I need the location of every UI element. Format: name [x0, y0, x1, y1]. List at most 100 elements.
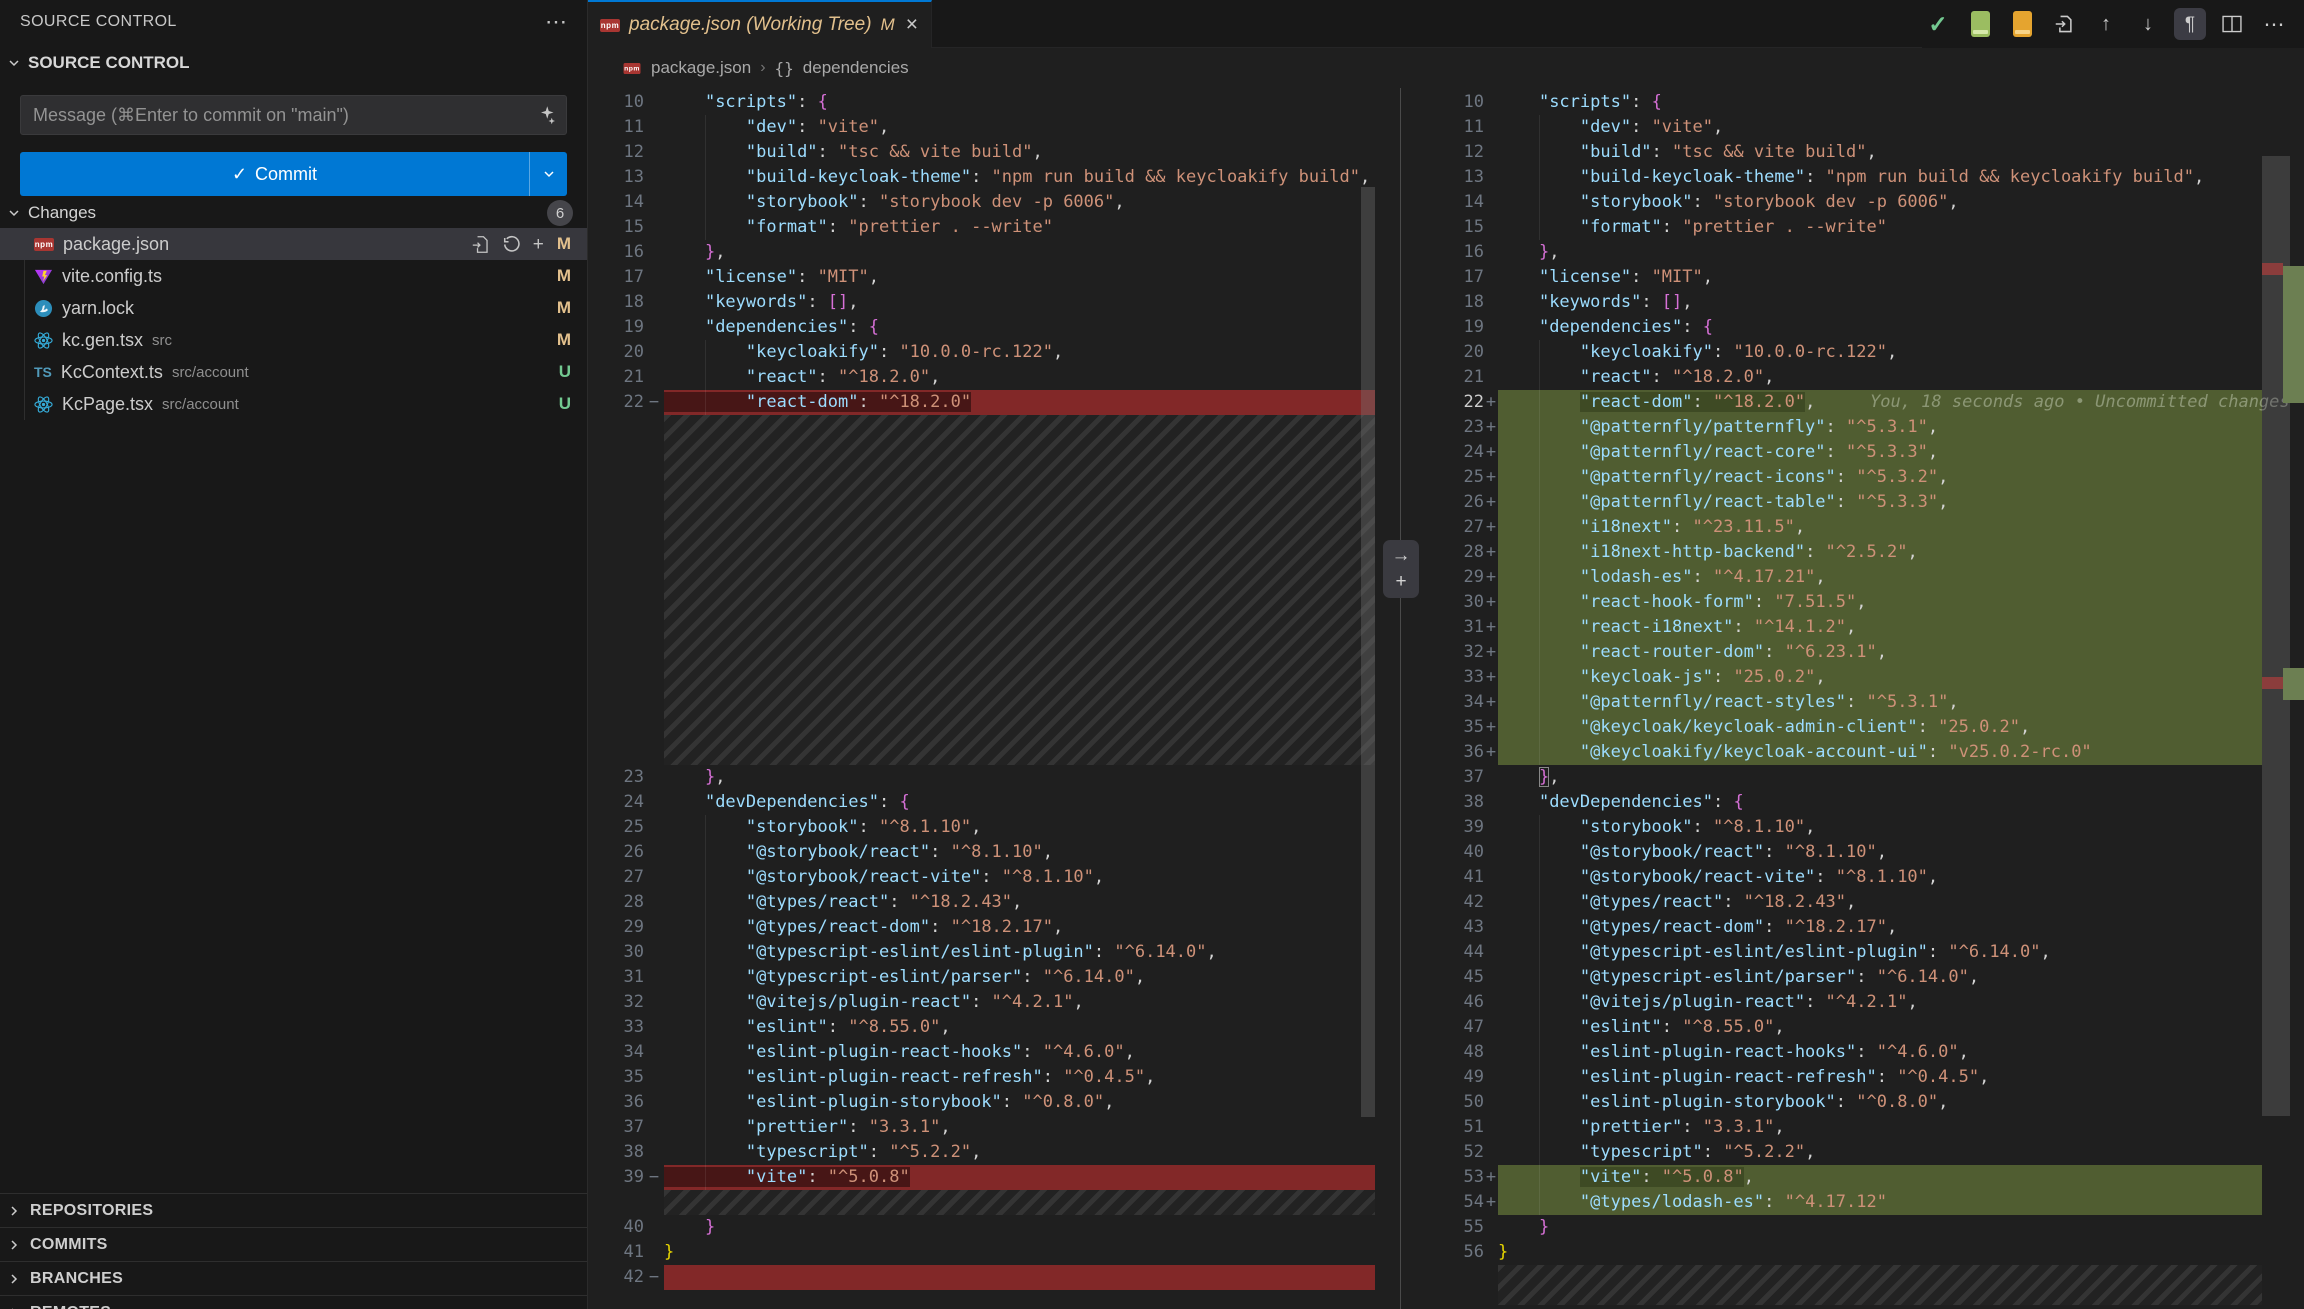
changes-section-header[interactable]: Changes 6 [0, 198, 587, 228]
chevron-down-icon [6, 55, 22, 71]
overview-ruler-added-mark [2283, 668, 2304, 700]
code-text: "eslint": "^8.55.0", [1498, 1015, 2304, 1040]
check-icon-button[interactable]: ✓ [1922, 8, 1954, 40]
code-text: "@storybook/react": "^8.1.10", [664, 840, 1375, 865]
more-actions-icon-button[interactable]: ⋯ [2258, 8, 2290, 40]
book-orange-icon-button[interactable] [2006, 8, 2038, 40]
code-line: 44 "@typescript-eslint/eslint-plugin": "… [1455, 940, 2304, 965]
code-text: "eslint-plugin-react-refresh": "^0.4.5", [1498, 1065, 2304, 1090]
code-line: 14 "storybook": "storybook dev -p 6006", [588, 190, 1375, 215]
diff-marker: + [1484, 465, 1498, 490]
braces-icon: {} [775, 59, 794, 78]
diff-marker: + [1484, 665, 1498, 690]
more-actions-icon[interactable]: ⋯ [545, 9, 567, 35]
line-number: 15 [1455, 215, 1484, 240]
sidebar-section-commits[interactable]: COMMITS [0, 1227, 587, 1261]
arrow-down-icon-button[interactable]: ↓ [2132, 8, 2164, 40]
code-text: "devDependencies": { [664, 790, 1375, 815]
scrollbar[interactable] [1361, 187, 1375, 1117]
code-line: 56} [1455, 1240, 2304, 1265]
line-number: 43 [1455, 915, 1484, 940]
sidebar-section-repositories[interactable]: REPOSITORIES [0, 1193, 587, 1227]
goto-file-icon[interactable] [471, 235, 490, 254]
code-text: } [664, 1240, 1375, 1265]
line-number: 11 [588, 115, 644, 140]
code-text: "eslint": "^8.55.0", [664, 1015, 1375, 1040]
diff-marker [644, 890, 664, 915]
pilcrow-icon: ¶ [2185, 15, 2195, 34]
scm-file-row[interactable]: vite.config.tsM [0, 260, 587, 292]
code-text: "@keycloak/keycloak-admin-client": "25.0… [1498, 715, 2304, 740]
commit-dropdown-button[interactable] [529, 152, 567, 196]
book-green-icon-button[interactable] [1964, 8, 1996, 40]
code-text: "@typescript-eslint/eslint-plugin": "^6.… [664, 940, 1375, 965]
pilcrow-icon-button[interactable]: ¶ [2174, 8, 2206, 40]
commit-message-input[interactable] [33, 105, 536, 126]
arrow-up-icon-button[interactable]: ↑ [2090, 8, 2122, 40]
code-text: "dev": "vite", [1498, 115, 2304, 140]
scm-file-row[interactable]: yarn.lockM [0, 292, 587, 324]
code-line: 34+ "@patternfly/react-styles": "^5.3.1"… [1455, 690, 2304, 715]
code-text: "dev": "vite", [664, 115, 1375, 140]
diff-marker [644, 90, 664, 115]
diff-marker: + [1484, 590, 1498, 615]
line-number: 24 [588, 790, 644, 815]
scm-file-row[interactable]: kc.gen.tsxsrcM [0, 324, 587, 356]
breadcrumb[interactable]: npm package.json › {} dependencies [588, 48, 2304, 88]
code-line: 32 "@vitejs/plugin-react": "^4.2.1", [588, 990, 1375, 1015]
code-line: 20 "keycloakify": "10.0.0-rc.122", [588, 340, 1375, 365]
code-line: 23 }, [588, 765, 1375, 790]
code-line: 11 "dev": "vite", [588, 115, 1375, 140]
breadcrumb-file[interactable]: package.json [651, 58, 751, 78]
source-control-section-header[interactable]: SOURCE CONTROL [0, 48, 587, 78]
split-editor-icon-button[interactable] [2216, 8, 2248, 40]
breadcrumb-separator: › [760, 59, 765, 77]
open-file-icon-button[interactable] [2048, 8, 2080, 40]
code-line: 34 "eslint-plugin-react-hooks": "^4.6.0"… [588, 1040, 1375, 1065]
sidebar-section-remotes[interactable]: REMOTES [0, 1295, 587, 1309]
code-text: "keycloakify": "10.0.0-rc.122", [664, 340, 1375, 365]
scm-file-row[interactable]: TSKcContext.tssrc/accountU [0, 356, 587, 388]
commit-button[interactable]: ✓ Commit [20, 152, 567, 196]
tab-package-json-working-tree[interactable]: npm package.json (Working Tree) M × [588, 0, 932, 48]
code-line: 13 "build-keycloak-theme": "npm run buil… [588, 165, 1375, 190]
chevron-down-icon [541, 166, 557, 182]
discard-changes-icon[interactable] [502, 235, 521, 254]
line-number: 28 [588, 890, 644, 915]
diff-action-buttons[interactable]: → + [1383, 540, 1419, 598]
code-line: 31+ "react-i18next": "^14.1.2", [1455, 615, 2304, 640]
inline-blame-annotation: You, 18 seconds ago • Uncommitted change… [1870, 390, 2290, 415]
code-text: "devDependencies": { [1498, 790, 2304, 815]
sparkle-icon[interactable] [536, 105, 556, 125]
close-icon[interactable]: × [906, 13, 918, 37]
diff-marker [1484, 115, 1498, 140]
npm-icon: npm [600, 19, 620, 32]
line-number: 39 [1455, 815, 1484, 840]
diff-center-gutter: → + [1375, 88, 1455, 1309]
diff-marker [644, 265, 664, 290]
code-line: 36 "eslint-plugin-storybook": "^0.8.0", [588, 1090, 1375, 1115]
scm-file-row[interactable]: KcPage.tsxsrc/accountU [0, 388, 587, 420]
code-text: "@patternfly/react-styles": "^5.3.1", [1498, 690, 2304, 715]
chevron-right-icon [6, 1203, 22, 1219]
code-text: "react": "^18.2.0", [1498, 365, 2304, 390]
code-text: "@patternfly/react-icons": "^5.3.2", [1498, 465, 2304, 490]
code-line: 25 "storybook": "^8.1.10", [588, 815, 1375, 840]
file-path: src/account [172, 364, 249, 381]
sidebar-section-branches[interactable]: BRANCHES [0, 1261, 587, 1295]
diff-marker: + [1484, 740, 1498, 765]
stage-changes-icon[interactable]: + [533, 235, 544, 254]
section-label: BRANCHES [30, 1270, 123, 1288]
stage-plus-icon[interactable]: + [1395, 571, 1406, 593]
code-text: "@patternfly/patternfly": "^5.3.1", [1498, 415, 2304, 440]
diff-marker [644, 1065, 664, 1090]
revert-arrow-icon[interactable]: → [1392, 545, 1411, 567]
code-line: 20 "keycloakify": "10.0.0-rc.122", [1455, 340, 2304, 365]
file-status-badge: M [557, 330, 571, 350]
code-text: "prettier": "3.3.1", [1498, 1115, 2304, 1140]
arrow-up-icon: ↑ [2101, 14, 2111, 34]
diff-marker [644, 290, 664, 315]
scm-file-row[interactable]: npmpackage.json+M [0, 228, 587, 260]
breadcrumb-member[interactable]: dependencies [803, 58, 909, 78]
file-path: src [152, 332, 172, 349]
